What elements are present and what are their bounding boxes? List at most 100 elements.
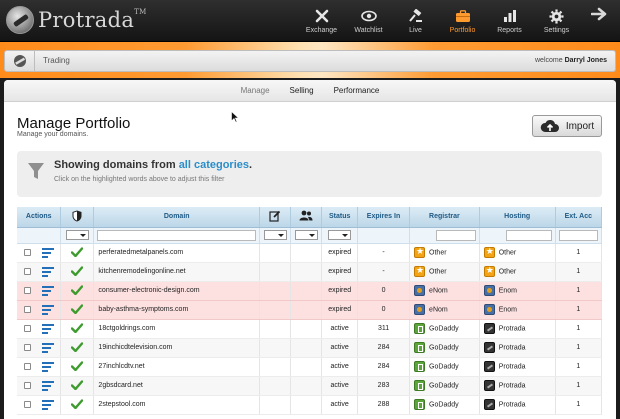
details-list-icon[interactable] [41,266,54,277]
import-button[interactable]: Import [532,115,602,137]
col-edit[interactable] [259,207,292,228]
nav-reports[interactable]: Reports [486,0,533,42]
domain-cell[interactable]: 27inchlcdtv.net [93,357,260,377]
details-list-icon[interactable] [41,285,54,296]
status-cell: active [321,338,358,358]
table-row[interactable]: 18ctgoldrings.com active 311 GoDaddy Pro… [17,319,603,339]
content-panel: Manage Selling Performance Manage Portfo… [4,80,616,419]
tab-manage[interactable]: Manage [231,86,280,95]
col-ext-acc[interactable]: Ext. Acc [555,207,603,228]
domain-cell[interactable]: 2gbsdcard.net [93,376,260,396]
row-checkbox[interactable] [23,344,31,351]
row-checkbox[interactable] [23,268,31,275]
domain-cell[interactable]: consumer-electronic-design.com [93,281,260,301]
nav-exchange[interactable]: Exchange [298,0,345,42]
edit-cell [259,395,292,415]
details-list-icon[interactable] [41,304,54,315]
breadcrumb: Trading welcome Darryl Jones [4,50,616,72]
table-row[interactable]: kitchenremodelingonline.net expired - Ot… [17,262,603,282]
verified-cell [60,395,95,415]
details-list-icon[interactable] [41,247,54,258]
logo-small-icon [13,55,26,67]
nav-next[interactable] [580,0,620,42]
expires-cell: 284 [357,338,411,358]
hosting-filter-input[interactable] [505,229,552,241]
table-row[interactable]: 27inchlcdtv.net active 284 GoDaddy Protr… [17,357,603,377]
hosting-cell: Protrada [479,338,556,358]
row-checkbox[interactable] [23,249,31,256]
domain-filter-input[interactable] [97,229,256,241]
details-list-icon[interactable] [41,361,54,372]
verified-cell [60,281,95,301]
protrada-icon [483,323,495,334]
col-shield[interactable] [60,207,95,228]
nav-label: Watchlist [354,27,383,34]
row-checkbox[interactable] [23,382,31,389]
table-row[interactable]: 2gbsdcard.net active 283 GoDaddy Protrad… [17,376,603,396]
status-filter-select[interactable] [328,230,352,240]
domain-cell[interactable]: kitchenremodelingonline.net [93,262,260,282]
logo[interactable]: ProtradaTM [6,5,147,35]
tab-selling[interactable]: Selling [280,86,324,95]
nav-watchlist[interactable]: Watchlist [345,0,392,42]
actions-cell [17,395,62,415]
shield-filter-select[interactable] [65,230,89,240]
breadcrumb-current[interactable]: Trading [43,56,70,65]
edit-cell [259,262,292,282]
nav-portfolio[interactable]: Portfolio [439,0,486,42]
check-icon [71,341,84,352]
ext-filter-input[interactable] [558,229,598,241]
table-row[interactable]: perferatedmetalpanels.com expired - Othe… [17,243,603,263]
domain-cell[interactable]: 2stepstool.com [93,395,260,415]
filter-category-link[interactable]: all categories [179,159,249,171]
user-name[interactable]: Darryl Jones [565,57,607,64]
domain-cell[interactable]: baby-asthma-symptoms.com [93,300,260,320]
ext-acc-cell: 1 [555,338,603,358]
details-list-icon[interactable] [41,323,54,334]
col-actions[interactable]: Actions [17,207,62,228]
users-cell [290,319,323,339]
godaddy-icon [414,380,426,391]
col-domain[interactable]: Domain [93,207,260,228]
details-list-icon[interactable] [41,380,54,391]
registrar-filter-input[interactable] [436,229,476,241]
row-checkbox[interactable] [23,287,31,294]
filter-prefix: Showing domains from [54,159,176,171]
table-row[interactable]: consumer-electronic-design.com expired 0… [17,281,603,301]
ext-acc-cell: 1 [555,262,603,282]
col-status[interactable]: Status [321,207,358,228]
details-list-icon[interactable] [41,399,54,410]
enom-icon [483,285,495,296]
users-filter-select[interactable] [294,230,318,240]
edit-filter-select[interactable] [263,230,287,240]
domain-cell[interactable]: perferatedmetalpanels.com [93,243,260,263]
registrar-name: Other [429,268,447,276]
row-checkbox[interactable] [23,325,31,332]
col-registrar[interactable]: Registrar [409,207,480,228]
col-users[interactable] [290,207,323,228]
hosting-name: Other [498,249,517,257]
row-checkbox[interactable] [23,401,31,408]
col-expires[interactable]: Expires In [357,207,411,228]
col-hosting[interactable]: Hosting [479,207,556,228]
sub-tabs: Manage Selling Performance [4,80,616,102]
ext-acc-cell: 1 [555,243,603,263]
table-row[interactable]: baby-asthma-symptoms.com expired 0 eNom … [17,300,603,320]
users-cell [290,357,323,377]
bar-chart-icon [502,9,518,23]
page-subtitle: Manage your domains. [17,131,89,138]
table-row[interactable]: 19inchicdtelevision.com active 284 GoDad… [17,338,603,358]
nav-live[interactable]: Live [392,0,439,42]
filter-cell-actions [17,227,62,244]
nav-settings[interactable]: Settings [533,0,580,42]
domain-cell[interactable]: 18ctgoldrings.com [93,319,260,339]
table-row[interactable]: 2stepstool.com active 288 GoDaddy Protra… [17,395,603,415]
row-checkbox[interactable] [23,363,31,370]
filter-row [17,227,603,244]
nav-label: Reports [497,27,522,34]
details-list-icon[interactable] [41,342,54,353]
tab-performance[interactable]: Performance [324,86,390,95]
domain-cell[interactable]: 19inchicdtelevision.com [93,338,260,358]
breadcrumb-home[interactable] [5,51,35,71]
row-checkbox[interactable] [23,306,31,313]
